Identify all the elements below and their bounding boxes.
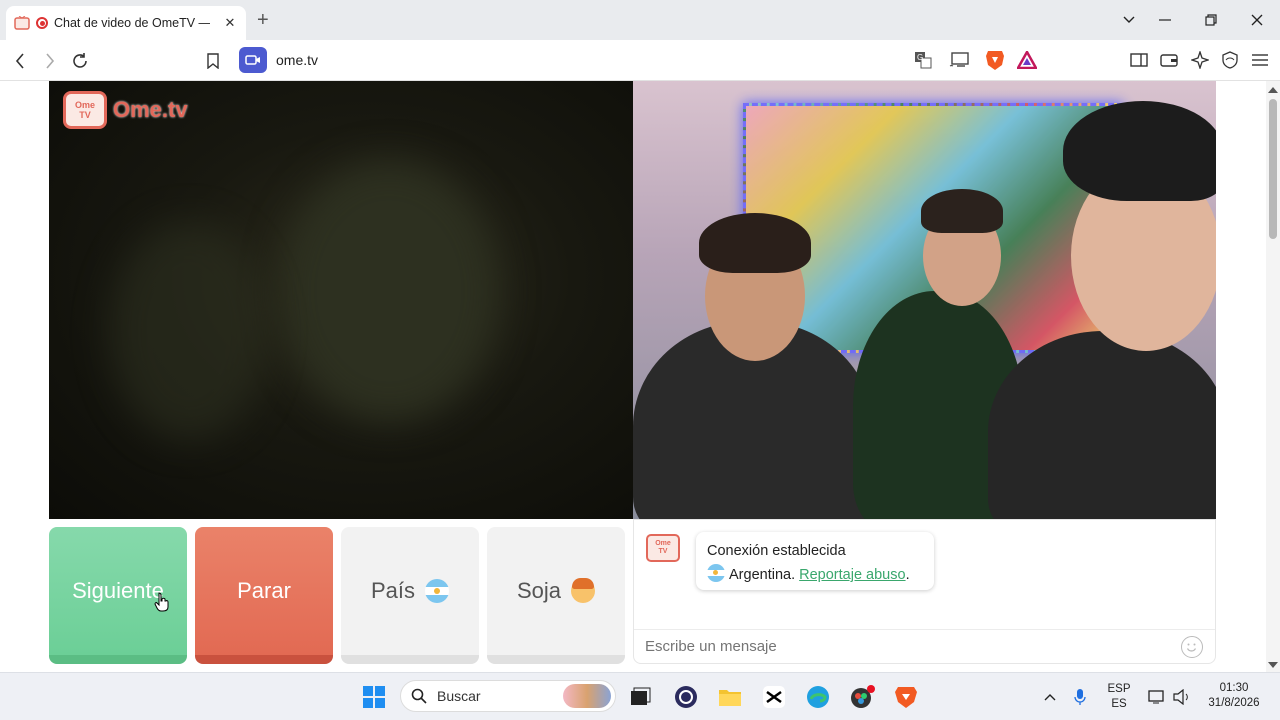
vpn-icon[interactable] — [1219, 49, 1241, 71]
person-body — [988, 331, 1216, 519]
logo-wordmark: Ome.tv — [113, 97, 188, 122]
country-line: Argentina. Reportaje abuso. — [707, 563, 923, 587]
tab-bar: Chat de video de OmeTV — A ✕ + — [0, 0, 1280, 40]
clock-date: 31/8/2026 — [1208, 697, 1260, 709]
next-button-label: Siguiente — [72, 578, 164, 603]
minimize-button[interactable] — [1142, 0, 1188, 40]
search-highlight-image — [563, 684, 611, 708]
language-top: ESP — [1107, 683, 1131, 695]
site-camera-icon[interactable] — [239, 47, 267, 73]
restore-button[interactable] — [1188, 0, 1234, 40]
message-input-bar — [634, 629, 1215, 663]
stop-button[interactable]: Parar — [195, 527, 333, 664]
gender-filter-button[interactable]: Soja — [487, 527, 625, 664]
scroll-thumb[interactable] — [1269, 99, 1277, 239]
search-placeholder: Buscar — [437, 688, 481, 704]
emoji-picker-icon[interactable] — [1181, 636, 1203, 658]
logo-tv-top-text: Ome — [74, 100, 95, 110]
microphone-icon[interactable] — [1066, 683, 1094, 711]
language-indicator[interactable]: ESP ES — [1104, 682, 1134, 712]
taskbar-search-box[interactable]: Buscar — [400, 680, 616, 712]
volume-icon[interactable] — [1168, 683, 1196, 711]
person-hair — [921, 189, 1003, 233]
wallet-icon[interactable] — [1158, 49, 1180, 71]
close-window-button[interactable] — [1234, 0, 1280, 40]
menu-icon[interactable] — [1249, 49, 1271, 71]
report-abuse-link[interactable]: Reportaje abuso — [799, 567, 905, 583]
brave-taskbar-icon[interactable] — [892, 683, 920, 711]
person-hair — [699, 213, 811, 273]
logo-tv-icon: Ome TV — [63, 91, 107, 129]
hand-cursor-icon — [154, 592, 169, 612]
translate-icon[interactable]: G — [912, 49, 934, 71]
file-explorer-icon[interactable] — [716, 683, 744, 711]
scroll-up-arrow-icon[interactable] — [1268, 87, 1278, 93]
recording-icon — [36, 17, 48, 29]
start-windows-icon[interactable] — [360, 683, 388, 711]
leo-ai-icon[interactable] — [1189, 49, 1211, 71]
brave-shields-icon[interactable] — [984, 49, 1006, 71]
obs-app-icon[interactable] — [672, 683, 700, 711]
chat-panel: Ome TV Conexión establecida Argentina. R… — [633, 519, 1216, 664]
avatar-bottom-text: TV — [658, 548, 668, 555]
tab-title: Chat de video de OmeTV — A — [54, 16, 210, 30]
windows-taskbar — [0, 672, 1280, 720]
brave-rewards-icon[interactable] — [1016, 49, 1038, 71]
stop-button-label: Parar — [237, 578, 291, 603]
reload-icon[interactable] — [67, 48, 93, 74]
edge-browser-icon[interactable] — [804, 683, 832, 711]
country-filter-button[interactable]: País — [341, 527, 479, 664]
clock-time: 01:30 — [1219, 682, 1249, 694]
davinci-app-icon[interactable] — [848, 683, 876, 711]
task-view-icon[interactable] — [626, 683, 654, 711]
avatar-top-text: Ome — [655, 540, 671, 547]
ometv-favicon-icon — [14, 16, 30, 30]
remote-partner-video — [633, 81, 1216, 519]
svg-text:G: G — [917, 53, 923, 62]
logo-tv-bottom-text: TV — [79, 110, 91, 120]
report-suffix: . — [905, 567, 910, 583]
connection-status-text: Conexión establecida — [707, 543, 846, 559]
gender-button-label: Soja — [516, 578, 562, 603]
browser-tab[interactable]: Chat de video de OmeTV — A ✕ — [6, 6, 246, 40]
person-cap — [1063, 101, 1216, 201]
scroll-down-arrow-icon[interactable] — [1268, 662, 1278, 668]
capcut-app-icon[interactable] — [760, 683, 788, 711]
boy-face-icon — [571, 578, 596, 603]
tray-chevron-up-icon[interactable] — [1036, 683, 1064, 711]
partner-country-text: Argentina. — [729, 567, 796, 583]
video-shadow — [109, 221, 269, 441]
country-button-label: País — [370, 578, 416, 603]
forward-arrow-icon[interactable] — [37, 48, 63, 74]
argentina-flag-icon — [425, 579, 450, 603]
system-message-bubble: Conexión establecida Argentina. Reportaj… — [696, 532, 934, 590]
back-arrow-icon[interactable] — [7, 48, 33, 74]
address-bar-url[interactable]: ome.tv — [276, 52, 318, 68]
page-scrollbar[interactable] — [1266, 81, 1280, 672]
new-tab-button[interactable]: + — [257, 9, 269, 32]
search-icon — [411, 688, 427, 704]
ometv-avatar-icon: Ome TV — [646, 534, 680, 562]
tab-close-icon[interactable]: ✕ — [222, 15, 238, 31]
argentina-flag-icon — [707, 564, 725, 582]
language-bottom: ES — [1111, 698, 1127, 710]
ometv-logo[interactable]: Ome TV Ome.tv — [63, 91, 188, 129]
local-camera-video: Ome TV Ome.tv — [49, 81, 633, 519]
cast-icon[interactable] — [948, 49, 970, 71]
video-shadow — [279, 161, 499, 421]
navigation-bar — [0, 40, 1280, 81]
sidebar-toggle-icon[interactable] — [1128, 49, 1150, 71]
bookmark-icon[interactable] — [200, 48, 226, 74]
clock[interactable]: 01:30 31/8/2026 — [1196, 681, 1272, 711]
message-input[interactable] — [645, 638, 1165, 655]
